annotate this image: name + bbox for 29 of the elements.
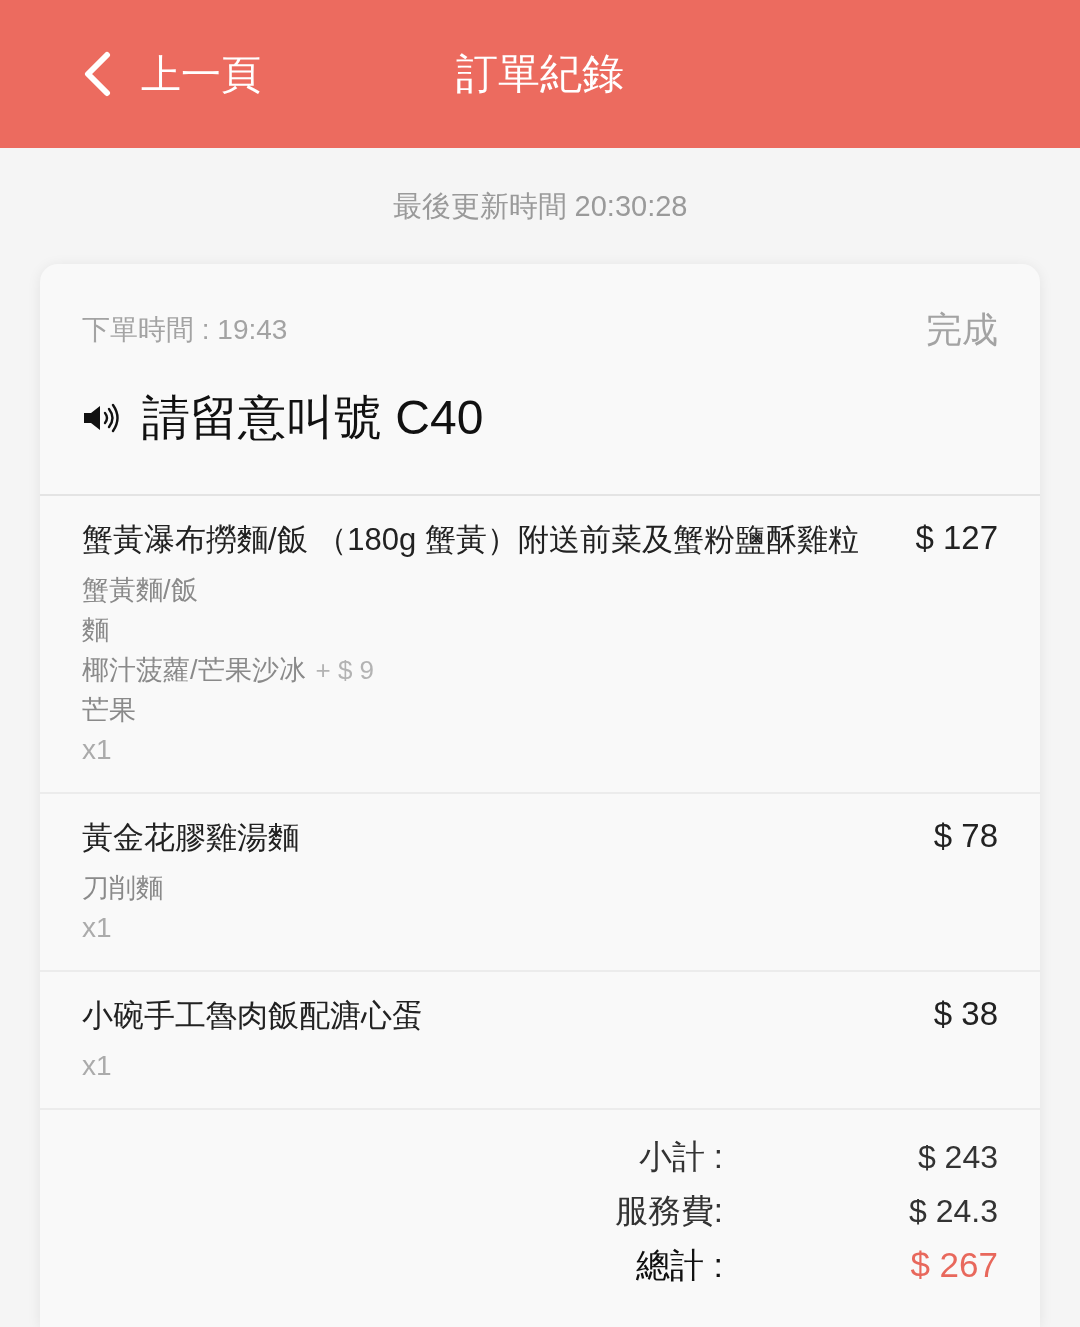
- order-status-text: 完成: [926, 308, 998, 352]
- item-option: 芒果: [82, 690, 136, 730]
- summary-label: 服務費:: [614, 1191, 723, 1231]
- summary-value: $ 24.3: [908, 1192, 998, 1231]
- item-quantity: x1: [82, 1049, 112, 1083]
- page-title: 訂單紀錄: [456, 53, 624, 95]
- item-option: 蟹黃麵/飯: [82, 570, 198, 610]
- last-updated-text: 最後更新時間 20:30:28: [392, 189, 688, 224]
- item-option: 椰汁菠蘿/芒果沙冰: [82, 650, 306, 690]
- summary-value: $ 267: [909, 1244, 998, 1286]
- option-surcharge: + $ 9: [315, 654, 375, 687]
- item-option: 刀削麵: [82, 868, 163, 908]
- chevron-left-icon: [83, 51, 111, 97]
- item-price: $ 127: [915, 518, 998, 558]
- item-price: $ 38: [933, 994, 998, 1034]
- summary-value: $ 243: [916, 1138, 998, 1177]
- item-name: 蟹黃瀑布撈麵/飯 （180g 蟹黃）附送前菜及蟹粉鹽酥雞粒: [82, 521, 859, 559]
- back-button[interactable]: 上一頁: [83, 51, 261, 97]
- item-name: 小碗手工魯肉飯配溏心蛋: [82, 997, 423, 1035]
- item-option: 麵: [82, 610, 109, 650]
- item-quantity: x1: [82, 733, 112, 767]
- item-price: $ 78: [933, 816, 998, 856]
- summary-label: 總計 :: [635, 1245, 723, 1286]
- summary-label: 小計 :: [637, 1137, 723, 1177]
- order-time-text: 下單時間 : 19:43: [82, 313, 288, 347]
- speaker-icon: [82, 403, 122, 433]
- item-name: 黃金花膠雞湯麵: [82, 819, 299, 857]
- call-number-text: 請留意叫號 C40: [142, 390, 484, 446]
- item-quantity: x1: [82, 911, 112, 945]
